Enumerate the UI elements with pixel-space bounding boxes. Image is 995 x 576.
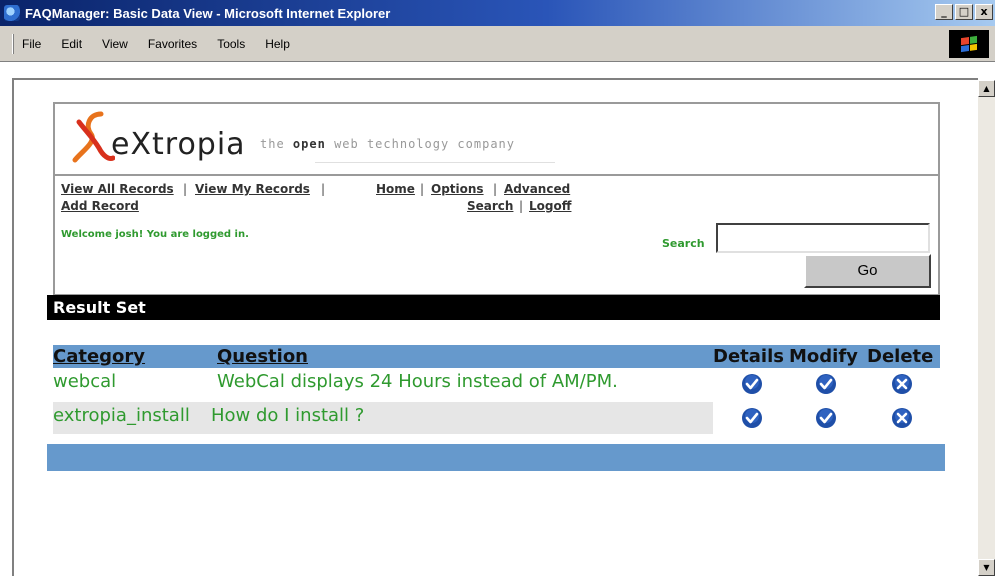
menu-tools[interactable]: Tools [215,35,247,53]
nav-separator: | [420,182,425,196]
menu-view[interactable]: View [100,35,130,53]
menu-favorites[interactable]: Favorites [146,35,199,53]
question-cell: How do I install ? [211,405,365,426]
close-button[interactable]: x [975,4,993,20]
menu-edit[interactable]: Edit [59,35,84,53]
menu-bar: File Edit View Favorites Tools Help [0,26,995,62]
windows-flag-icon [961,35,977,53]
logo-banner: eXtropia the open web technology company [55,104,938,176]
logoff-link[interactable]: Logoff [529,199,571,213]
logo-tagline: the open web technology company [260,137,516,151]
result-set-heading: Result Set [47,295,940,320]
modify-column-header: Modify [789,346,858,367]
window-title: FAQManager: Basic Data View - Microsoft … [25,5,391,21]
search-label: Search [662,237,705,250]
vertical-scrollbar[interactable]: ▲ ▼ [978,80,995,576]
category-cell: webcal [53,371,117,392]
minimize-button[interactable]: _ [935,4,953,20]
home-link[interactable]: Home [376,182,415,196]
title-bar: FAQManager: Basic Data View - Microsoft … [0,0,995,26]
scroll-down-icon[interactable]: ▼ [978,559,995,576]
question-cell: WebCal displays 24 Hours instead of AM/P… [217,371,618,392]
menu-file[interactable]: File [20,35,43,53]
divider [315,162,555,163]
go-button[interactable]: Go [804,254,931,288]
nav-separator: | [493,182,498,196]
table-row: extropia_install How do I install ? [53,402,713,434]
search-input[interactable] [716,223,930,253]
nav-separator: | [183,182,188,196]
menu-help[interactable]: Help [263,35,292,53]
details-check-icon[interactable] [741,407,763,429]
table-header: Category Question Details Modify Delete [53,345,940,368]
logo-wordmark: eXtropia [111,127,246,162]
delete-column-header: Delete [867,346,934,367]
category-column-header[interactable]: Category [53,346,145,367]
maximize-button[interactable]: □ [955,4,973,20]
toolbar-grip [12,34,14,54]
modify-check-icon[interactable] [815,373,837,395]
table-footer [47,444,945,471]
table-row: webcal WebCal displays 24 Hours instead … [53,368,713,400]
options-link[interactable]: Options [431,182,484,196]
ie-icon [4,5,20,21]
details-column-header: Details [713,346,784,367]
modify-check-icon[interactable] [815,407,837,429]
delete-x-icon[interactable] [891,373,913,395]
site-header: eXtropia the open web technology company… [53,102,940,296]
details-check-icon[interactable] [741,373,763,395]
window-controls: _ □ x [935,4,993,20]
view-all-records-link[interactable]: View All Records [61,182,174,196]
category-cell: extropia_install [53,405,190,426]
advanced-search-link-2[interactable]: Search [467,199,513,213]
view-my-records-link[interactable]: View My Records [195,182,310,196]
nav-separator: | [519,199,524,213]
add-record-link[interactable]: Add Record [61,199,139,213]
windows-logo [949,30,989,58]
nav-separator: | [321,182,326,196]
welcome-message: Welcome josh! You are logged in. [61,229,249,240]
extropia-logo-icon [72,111,115,163]
scroll-up-icon[interactable]: ▲ [978,80,995,97]
question-column-header[interactable]: Question [217,346,308,367]
advanced-search-link[interactable]: Advanced [504,182,570,196]
delete-x-icon[interactable] [891,407,913,429]
